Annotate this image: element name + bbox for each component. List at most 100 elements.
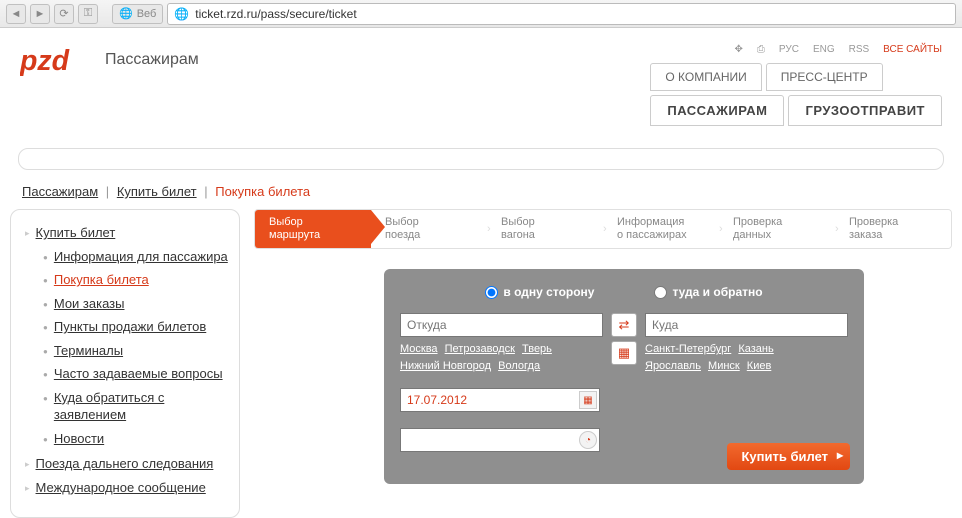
- step-line2: маршрута: [269, 229, 363, 242]
- util-move-icon[interactable]: ✥: [735, 44, 743, 55]
- site-header: pzd Пассажирам ✥ ⎙ РУС ENG RSS ВСЕ САЙТЫ…: [0, 28, 962, 126]
- url-bar[interactable]: 🌐 ticket.rzd.ru/pass/secure/ticket: [167, 3, 956, 25]
- main-layout: ▸ Купить билет ● Информация для пассажира…: [0, 209, 962, 518]
- step-line2: о пассажирах: [617, 229, 711, 242]
- mid-buttons: ⇄ ▦: [611, 313, 637, 365]
- bullet-icon: ●: [43, 394, 48, 403]
- step-check-data: Проверка данных ›: [719, 210, 835, 248]
- sidebar-intl[interactable]: Международное сообщение: [36, 479, 206, 497]
- roundtrip-input[interactable]: [654, 286, 667, 299]
- util-print-icon[interactable]: ⎙: [757, 44, 765, 55]
- city-kazan[interactable]: Казань: [738, 343, 773, 355]
- clock-icon: ◔: [585, 435, 591, 446]
- crumb-buy[interactable]: Купить билет: [117, 184, 197, 199]
- svg-text:pzd: pzd: [20, 45, 70, 77]
- city-moscow[interactable]: Москва: [400, 343, 438, 355]
- roundtrip-radio[interactable]: туда и обратно: [654, 285, 762, 299]
- oneway-radio[interactable]: в одну сторону: [485, 285, 594, 299]
- city-spb[interactable]: Санкт-Петербург: [645, 343, 731, 355]
- reload-button[interactable]: ⟳: [54, 4, 74, 24]
- bullet-icon: ●: [43, 323, 48, 332]
- back-button[interactable]: ◄: [6, 4, 26, 24]
- step-line1: Проверка: [733, 216, 782, 228]
- crumb-passengers[interactable]: Пассажирам: [22, 184, 98, 199]
- booking-panel: в одну сторону туда и обратно Москва Пет…: [384, 269, 864, 484]
- rzd-logo: pzd: [20, 40, 95, 80]
- util-ru[interactable]: РУС: [779, 44, 799, 55]
- sidebar-buy-ticket[interactable]: Купить билет: [36, 224, 116, 242]
- date-row: ▦: [400, 388, 848, 412]
- sidebar-where[interactable]: Куда обратиться с заявлением: [54, 389, 233, 424]
- date-input[interactable]: [400, 388, 600, 412]
- step-line1: Информация: [617, 216, 684, 228]
- bullet-icon: ●: [43, 347, 48, 356]
- step-arrow-icon: ›: [719, 210, 727, 248]
- main-content: Выбор маршрута Выбор поезда › Выбор ваго…: [254, 209, 952, 518]
- search-bar[interactable]: [18, 148, 944, 170]
- key-button[interactable]: ⚿: [78, 4, 98, 24]
- tab-passengers[interactable]: ПАССАЖИРАМ: [650, 95, 784, 126]
- tab-cargo[interactable]: ГРУЗООТПРАВИТ: [788, 95, 942, 126]
- chevron-icon: ▸: [25, 459, 30, 470]
- sidebar-info[interactable]: Информация для пассажира: [54, 248, 228, 266]
- buy-ticket-button[interactable]: Купить билет: [727, 443, 850, 470]
- header-right: ✥ ⎙ РУС ENG RSS ВСЕ САЙТЫ О КОМПАНИИ ПРЕ…: [650, 40, 942, 126]
- nav-tabs-2: ПАССАЖИРАМ ГРУЗООТПРАВИТ: [650, 95, 942, 126]
- sidebar-points[interactable]: Пункты продажи билетов: [54, 318, 206, 336]
- swap-button[interactable]: ⇄: [611, 313, 637, 337]
- sidebar-longdist[interactable]: Поезда дальнего следования: [36, 455, 214, 473]
- trip-type: в одну сторону туда и обратно: [400, 285, 848, 299]
- step-line1: Выбор: [385, 216, 419, 228]
- forward-button[interactable]: ►: [30, 4, 50, 24]
- bullet-icon: ●: [43, 435, 48, 444]
- step-wagon: Выбор вагона ›: [487, 210, 603, 248]
- date-picker-button[interactable]: ▦: [579, 391, 597, 409]
- city-kiev[interactable]: Киев: [747, 360, 772, 372]
- oneway-input[interactable]: [485, 286, 498, 299]
- sidebar-faq[interactable]: Часто задаваемые вопросы: [54, 365, 223, 383]
- chevron-icon: ▸: [25, 228, 30, 239]
- city-vologda[interactable]: Вологда: [498, 360, 540, 372]
- city-tver[interactable]: Тверь: [522, 343, 552, 355]
- roundtrip-label: туда и обратно: [672, 285, 762, 299]
- globe-icon: 🌐: [119, 7, 133, 20]
- sidebar: ▸ Купить билет ● Информация для пассажира…: [10, 209, 240, 518]
- chevron-icon: ▸: [25, 483, 30, 494]
- from-to-row: Москва Петрозаводск Тверь Нижний Новгоро…: [400, 313, 848, 374]
- to-input[interactable]: [645, 313, 848, 337]
- step-line1: Выбор: [269, 216, 303, 228]
- sidebar-orders[interactable]: Мои заказы: [54, 295, 125, 313]
- crumb-sep: |: [204, 184, 207, 199]
- util-allsites[interactable]: ВСЕ САЙТЫ: [883, 44, 942, 55]
- tab-about[interactable]: О КОМПАНИИ: [650, 63, 761, 91]
- sidebar-terminals[interactable]: Терминалы: [54, 342, 123, 360]
- globe-icon: 🌐: [174, 7, 189, 21]
- step-line1: Выбор: [501, 216, 535, 228]
- sidebar-news[interactable]: Новости: [54, 430, 104, 448]
- step-arrow-icon: ›: [487, 210, 495, 248]
- tab-press[interactable]: ПРЕСС-ЦЕНТР: [766, 63, 883, 91]
- city-minsk[interactable]: Минск: [708, 360, 740, 372]
- from-input[interactable]: [400, 313, 603, 337]
- step-check-order: Проверка заказа: [835, 210, 951, 248]
- crumb-sep: |: [106, 184, 109, 199]
- crumb-current: Покупка билета: [215, 184, 310, 199]
- to-column: Санкт-Петербург Казань Ярославль Минск К…: [645, 313, 848, 374]
- calendar-button[interactable]: ▦: [611, 341, 637, 365]
- from-column: Москва Петрозаводск Тверь Нижний Новгоро…: [400, 313, 603, 374]
- logo-subtitle: Пассажирам: [105, 51, 199, 69]
- util-en[interactable]: ENG: [813, 44, 835, 55]
- city-petrozavodsk[interactable]: Петрозаводск: [445, 343, 515, 355]
- date-column: ▦: [400, 388, 600, 412]
- util-rss[interactable]: RSS: [849, 44, 870, 55]
- web-button[interactable]: 🌐 Веб: [112, 4, 163, 24]
- city-nizhny[interactable]: Нижний Новгород: [400, 360, 491, 372]
- step-line2: поезда: [385, 229, 479, 242]
- time-input[interactable]: [400, 428, 600, 452]
- swap-icon: ⇄: [619, 317, 630, 333]
- sidebar-purchase[interactable]: Покупка билета: [54, 271, 149, 289]
- to-city-links: Санкт-Петербург Казань Ярославль Минск К…: [645, 341, 848, 374]
- city-yaroslavl[interactable]: Ярославль: [645, 360, 701, 372]
- bullet-icon: ●: [43, 370, 48, 379]
- step-line2: вагона: [501, 229, 595, 242]
